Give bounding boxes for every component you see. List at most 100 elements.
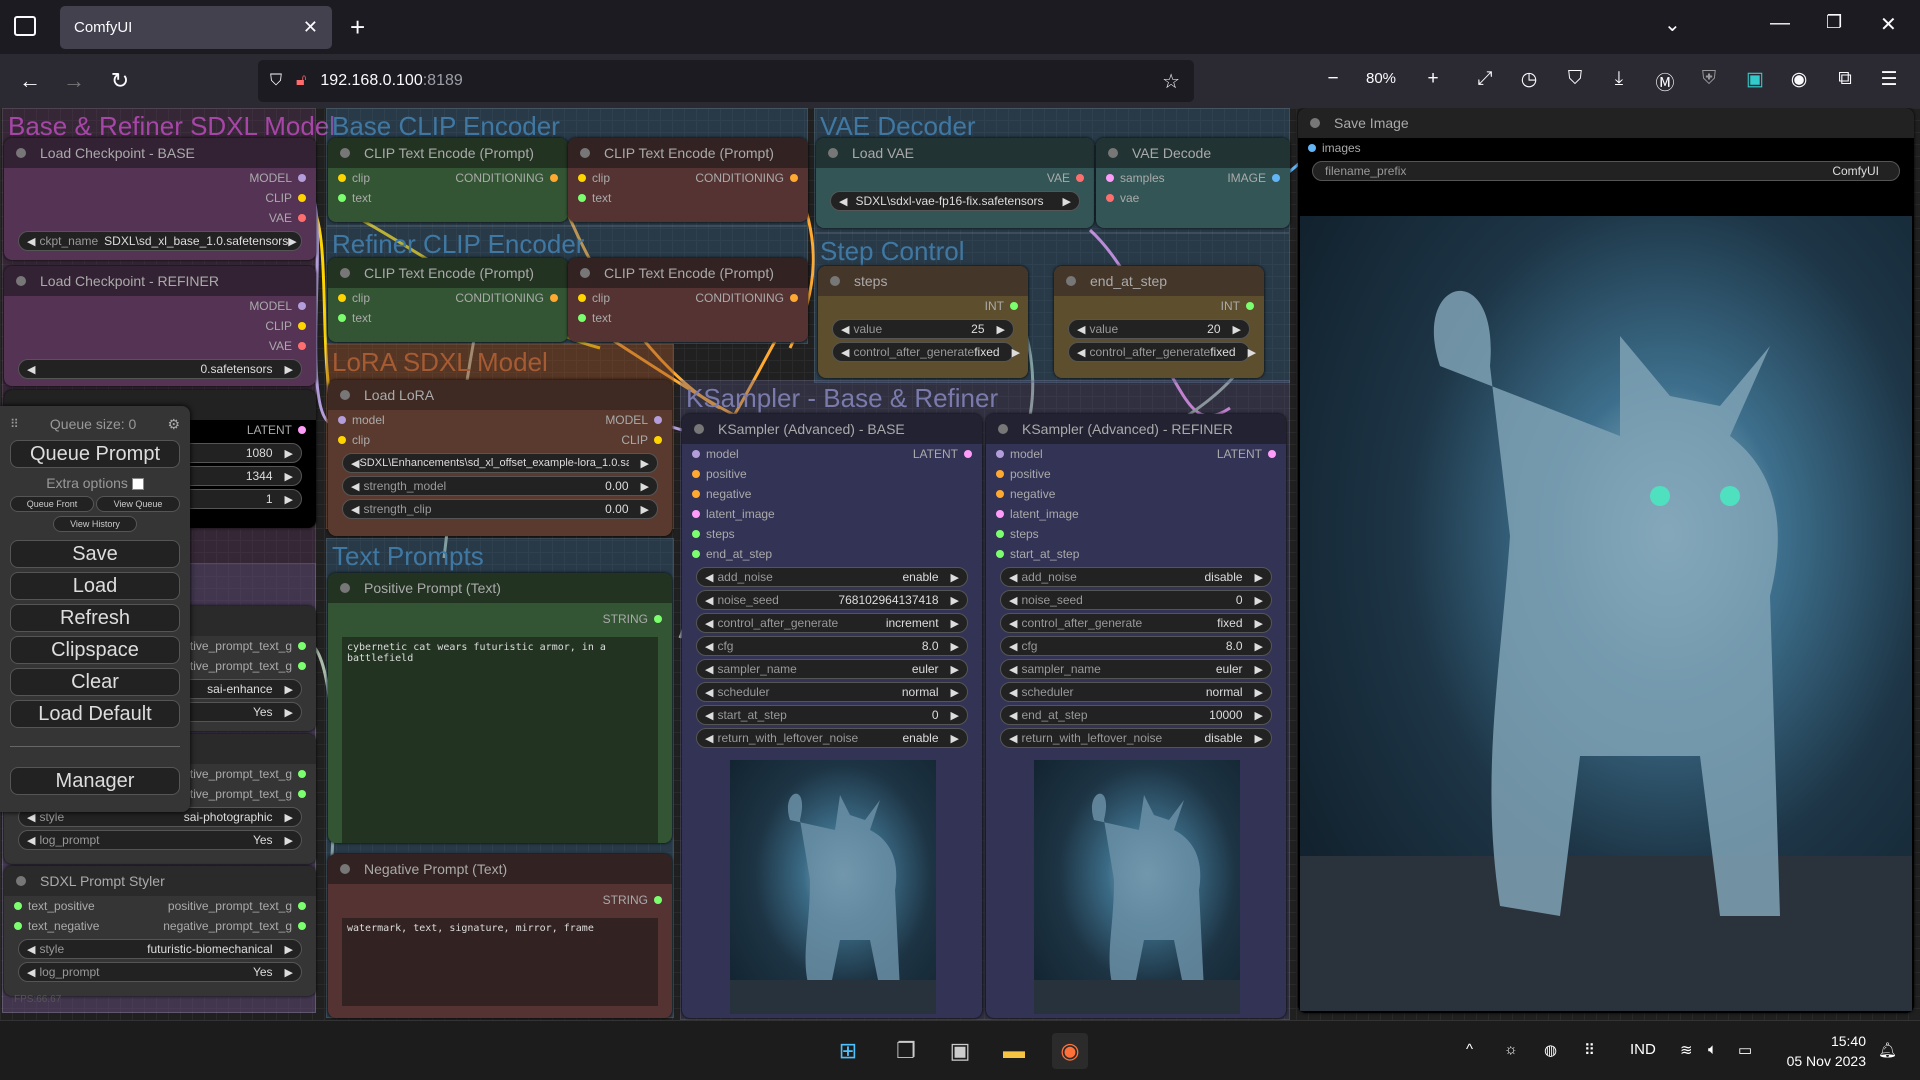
ksampler-widget[interactable]: ◀ add_noise enable ▶ bbox=[696, 567, 968, 587]
slot-dot[interactable] bbox=[298, 174, 306, 182]
vae-name-combo[interactable]: ◀ SDXL\sdxl-vae-fp16-fix.safetensors ▶ bbox=[830, 191, 1080, 211]
collapse-dot[interactable] bbox=[340, 390, 350, 400]
slot-dot[interactable] bbox=[996, 470, 1004, 478]
m-extension-icon[interactable]: Ⓜ bbox=[1648, 68, 1682, 95]
slot-dot[interactable] bbox=[996, 450, 1004, 458]
increment-arrow-icon[interactable]: ▶ bbox=[951, 663, 959, 676]
node-vae-decode[interactable]: VAE Decode samples IMAGE vae bbox=[1096, 138, 1290, 228]
decrement-arrow-icon[interactable]: ◀ bbox=[705, 663, 713, 676]
node-header[interactable]: Load Checkpoint - BASE bbox=[4, 138, 316, 168]
node-header[interactable]: CLIP Text Encode (Prompt) bbox=[328, 258, 568, 288]
slot-dot[interactable] bbox=[298, 194, 306, 202]
increment-arrow-icon[interactable]: ▶ bbox=[285, 706, 293, 719]
load-button[interactable]: Load bbox=[10, 572, 180, 600]
decrement-arrow-icon[interactable]: ◀ bbox=[841, 346, 849, 359]
decrement-arrow-icon[interactable]: ◀ bbox=[841, 323, 849, 336]
collapse-dot[interactable] bbox=[694, 424, 704, 434]
clear-button[interactable]: Clear bbox=[10, 668, 180, 696]
queue-prompt-button[interactable]: Queue Prompt bbox=[10, 440, 180, 468]
ksampler-widget[interactable]: ◀ return_with_leftover_noise enable ▶ bbox=[696, 728, 968, 748]
ksampler-widget[interactable]: ◀ sampler_name euler ▶ bbox=[1000, 659, 1272, 679]
slot-dot[interactable] bbox=[578, 194, 586, 202]
output-vae[interactable]: VAE bbox=[4, 208, 316, 228]
zoom-in-icon[interactable]: + bbox=[1416, 68, 1450, 90]
increment-arrow-icon[interactable]: ▶ bbox=[641, 503, 649, 516]
node-header[interactable]: Load VAE bbox=[816, 138, 1094, 168]
pocket-icon[interactable]: ⛉ bbox=[1558, 68, 1592, 90]
output-image[interactable] bbox=[1300, 216, 1912, 1011]
preview-image-base[interactable] bbox=[730, 760, 936, 1014]
slot-dot[interactable] bbox=[550, 294, 558, 302]
decrement-arrow-icon[interactable]: ◀ bbox=[1009, 663, 1017, 676]
node-header[interactable]: Positive Prompt (Text) bbox=[328, 573, 672, 603]
settings-gear-icon[interactable]: ⚙ bbox=[167, 416, 180, 433]
negative-prompt-textarea[interactable]: watermark, text, signature, mirror, fram… bbox=[342, 918, 658, 1006]
increment-arrow-icon[interactable]: ▶ bbox=[641, 480, 649, 493]
node-clip-text-encode-refiner-positive[interactable]: CLIP Text Encode (Prompt) clip CONDITIONI… bbox=[328, 258, 568, 342]
node-header[interactable]: KSampler (Advanced) - BASE bbox=[682, 414, 982, 444]
increment-arrow-icon[interactable]: ▶ bbox=[951, 732, 959, 745]
node-load-checkpoint-base[interactable]: Load Checkpoint - BASE MODEL CLIP VAE ◀ c… bbox=[4, 138, 316, 260]
minimize-button[interactable]: — bbox=[1770, 12, 1790, 35]
increment-arrow-icon[interactable]: ▶ bbox=[1233, 323, 1241, 336]
brightness-icon[interactable]: ☼ bbox=[1504, 1041, 1518, 1058]
input-text[interactable]: text bbox=[568, 188, 808, 208]
zoom-out-icon[interactable]: − bbox=[1316, 68, 1350, 90]
slot-dot[interactable] bbox=[654, 615, 662, 623]
collapse-dot[interactable] bbox=[340, 268, 350, 278]
history-icon[interactable]: ◷ bbox=[1512, 68, 1546, 91]
ksampler-widget[interactable]: ◀ cfg 8.0 ▶ bbox=[1000, 636, 1272, 656]
decrement-arrow-icon[interactable]: ◀ bbox=[27, 811, 35, 824]
restore-button[interactable]: ❐ bbox=[1826, 12, 1842, 33]
save-extension-icon[interactable]: ▣ bbox=[1738, 68, 1772, 91]
increment-arrow-icon[interactable]: ▶ bbox=[1255, 732, 1263, 745]
slot-dot[interactable] bbox=[14, 902, 22, 910]
input-end-at-step[interactable]: end_at_step bbox=[682, 544, 982, 564]
slot-dot[interactable] bbox=[692, 490, 700, 498]
node-header[interactable]: CLIP Text Encode (Prompt) bbox=[568, 258, 808, 288]
node-load-lora[interactable]: Load LoRA model MODEL clip CLIP ◀ SDXL\Enha… bbox=[328, 380, 672, 536]
increment-arrow-icon[interactable]: ▶ bbox=[1255, 663, 1263, 676]
browser-tab[interactable]: ComfyUI ✕ bbox=[60, 6, 332, 49]
node-clip-text-encode-refiner-negative[interactable]: CLIP Text Encode (Prompt) clip CONDITIONI… bbox=[568, 258, 808, 342]
ksampler-widget[interactable]: ◀ sampler_name euler ▶ bbox=[696, 659, 968, 679]
slot-dot[interactable] bbox=[790, 174, 798, 182]
manager-button[interactable]: Manager bbox=[10, 767, 180, 795]
decrement-arrow-icon[interactable]: ◀ bbox=[705, 640, 713, 653]
collapse-dot[interactable] bbox=[580, 268, 590, 278]
slot-dot[interactable] bbox=[996, 490, 1004, 498]
battery-icon[interactable]: ▭ bbox=[1738, 1041, 1752, 1059]
input-latent-image[interactable]: latent_image bbox=[986, 504, 1286, 524]
node-load-vae[interactable]: Load VAE VAE ◀ SDXL\sdxl-vae-fp16-fix.saf… bbox=[816, 138, 1094, 228]
ksampler-widget[interactable]: ◀ noise_seed 0 ▶ bbox=[1000, 590, 1272, 610]
value-widget[interactable]: ◀ value 25 ▶ bbox=[832, 319, 1014, 339]
input-steps[interactable]: steps bbox=[682, 524, 982, 544]
positive-prompt-textarea[interactable]: cybernetic cat wears futuristic armor, i… bbox=[342, 637, 658, 843]
increment-arrow-icon[interactable]: ▶ bbox=[951, 640, 959, 653]
increment-arrow-icon[interactable]: ▶ bbox=[951, 594, 959, 607]
strength-model-widget[interactable]: ◀ strength_model 0.00 ▶ bbox=[342, 476, 658, 496]
decrement-arrow-icon[interactable]: ◀ bbox=[705, 594, 713, 607]
log-prompt-combo[interactable]: ◀ log_prompt Yes ▶ bbox=[18, 830, 302, 850]
collapse-dot[interactable] bbox=[340, 148, 350, 158]
node-end-at-step[interactable]: end_at_step INT ◀ value 20 ▶ ◀ control_after… bbox=[1054, 266, 1264, 378]
strength-clip-widget[interactable]: ◀ strength_clip 0.00 ▶ bbox=[342, 499, 658, 519]
node-header[interactable]: Negative Prompt (Text) bbox=[328, 854, 672, 884]
decrement-arrow-icon[interactable]: ◀ bbox=[351, 480, 359, 493]
forward-icon[interactable]: → bbox=[56, 63, 92, 99]
node-steps[interactable]: steps INT ◀ value 25 ▶ ◀ control_after_gener… bbox=[818, 266, 1028, 378]
collapse-dot[interactable] bbox=[16, 876, 26, 886]
output-int[interactable]: INT bbox=[1054, 296, 1264, 316]
output-model[interactable]: MODEL bbox=[4, 296, 316, 316]
slot-dot[interactable] bbox=[996, 530, 1004, 538]
output-string[interactable]: STRING bbox=[328, 609, 672, 629]
input-vae[interactable]: vae bbox=[1096, 188, 1290, 208]
view-queue-button[interactable]: View Queue bbox=[96, 496, 180, 512]
slot-dot[interactable] bbox=[692, 470, 700, 478]
node-header[interactable]: KSampler (Advanced) - REFINER bbox=[986, 414, 1286, 444]
input-text[interactable]: text bbox=[328, 188, 568, 208]
slot-dot[interactable] bbox=[1106, 174, 1114, 182]
slot-dot[interactable] bbox=[1106, 194, 1114, 202]
slot-dot[interactable] bbox=[338, 194, 346, 202]
ksampler-widget[interactable]: ◀ add_noise disable ▶ bbox=[1000, 567, 1272, 587]
